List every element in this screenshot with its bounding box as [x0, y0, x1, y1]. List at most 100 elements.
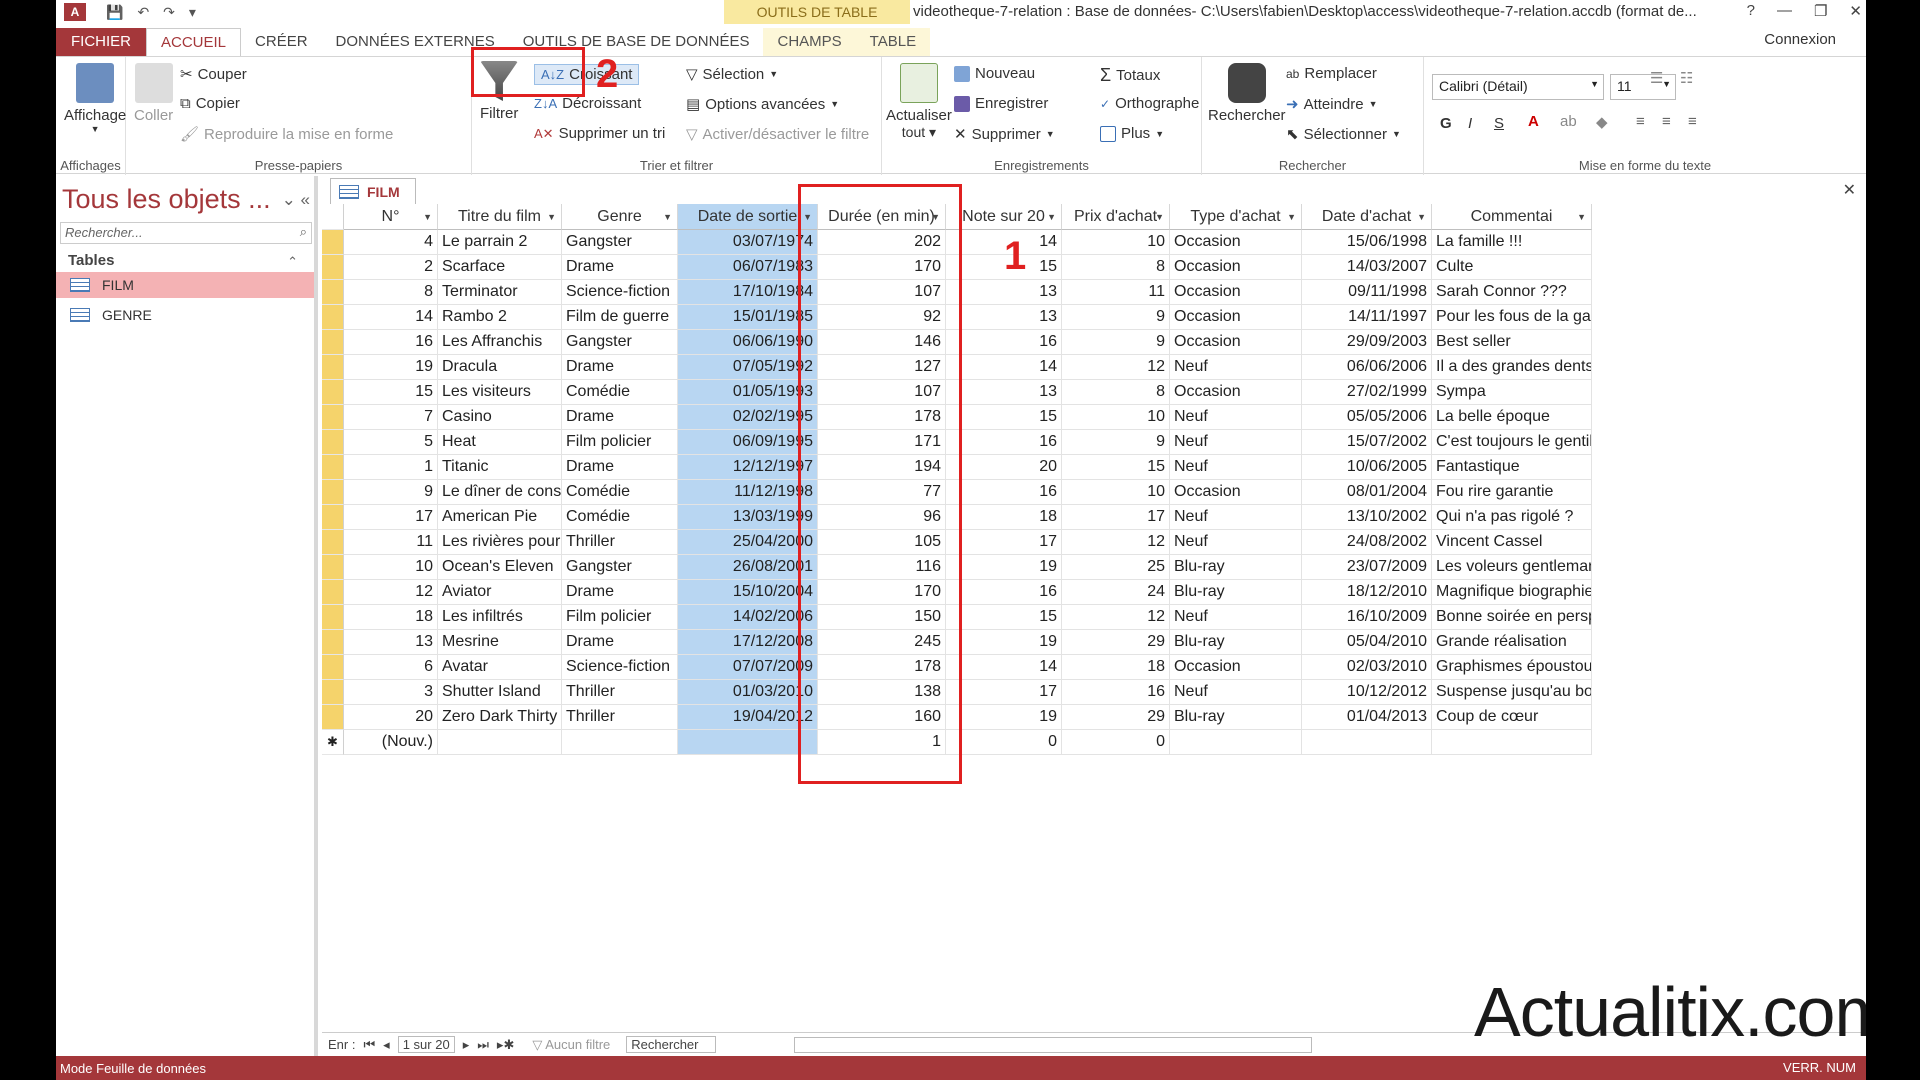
new-record-cell[interactable]: [562, 730, 678, 755]
table-cell[interactable]: 8: [1062, 380, 1170, 405]
table-cell[interactable]: Occasion: [1170, 305, 1302, 330]
next-record-icon[interactable]: ▸: [463, 1037, 470, 1053]
table-cell[interactable]: 7: [344, 405, 438, 430]
doc-tab-film[interactable]: FILM: [330, 178, 416, 204]
table-cell[interactable]: Les rivières pourpr: [438, 530, 562, 555]
table-cell[interactable]: Aviator: [438, 580, 562, 605]
table-cell[interactable]: 15/06/1998: [1302, 230, 1432, 255]
table-cell[interactable]: 15: [946, 405, 1062, 430]
table-cell[interactable]: 14: [946, 355, 1062, 380]
record-selector[interactable]: [322, 305, 344, 330]
numbering-button[interactable]: ☷: [1680, 69, 1693, 87]
record-selector[interactable]: [322, 530, 344, 555]
table-cell[interactable]: 14: [344, 305, 438, 330]
table-cell[interactable]: 06/06/2006: [1302, 355, 1432, 380]
table-cell[interactable]: 14/03/2007: [1302, 255, 1432, 280]
column-header[interactable]: N° ▼: [344, 204, 438, 230]
table-cell[interactable]: 10/12/2012: [1302, 680, 1432, 705]
column-header[interactable]: Genre ▼: [562, 204, 678, 230]
select-all-corner[interactable]: [322, 204, 344, 230]
table-cell[interactable]: 6: [344, 655, 438, 680]
table-cell[interactable]: Occasion: [1170, 655, 1302, 680]
table-cell[interactable]: Blu-ray: [1170, 630, 1302, 655]
table-cell[interactable]: C'est toujours le gentil: [1432, 430, 1592, 455]
table-cell[interactable]: 10: [344, 555, 438, 580]
table-cell[interactable]: American Pie: [438, 505, 562, 530]
table-cell[interactable]: Drame: [562, 355, 678, 380]
table-cell[interactable]: 17/12/2008: [678, 630, 818, 655]
table-cell[interactable]: 12: [1062, 530, 1170, 555]
table-cell[interactable]: Film de guerre: [562, 305, 678, 330]
table-cell[interactable]: 18: [946, 505, 1062, 530]
toggle-filter-button[interactable]: ▽ Activer/désactiver le filtre: [686, 125, 869, 144]
table-cell[interactable]: La belle époque: [1432, 405, 1592, 430]
restore-button[interactable]: ❐: [1814, 2, 1827, 20]
column-header[interactable]: Note sur 20 ▼: [946, 204, 1062, 230]
record-selector[interactable]: [322, 405, 344, 430]
affichage-button[interactable]: Affichage ▼: [64, 63, 126, 134]
table-cell[interactable]: 17: [344, 505, 438, 530]
table-cell[interactable]: 16: [344, 330, 438, 355]
table-cell[interactable]: Pour les fous de la gach: [1432, 305, 1592, 330]
bullets-button[interactable]: ☰: [1650, 69, 1663, 87]
table-cell[interactable]: 12/12/1997: [678, 455, 818, 480]
table-cell[interactable]: 06/09/1995: [678, 430, 818, 455]
table-cell[interactable]: 25: [1062, 555, 1170, 580]
table-cell[interactable]: 24: [1062, 580, 1170, 605]
supprimer-tri-button[interactable]: A✕ Supprimer un tri: [534, 125, 665, 142]
table-cell[interactable]: 4: [344, 230, 438, 255]
table-cell[interactable]: Gangster: [562, 230, 678, 255]
table-cell[interactable]: Coup de cœur: [1432, 705, 1592, 730]
table-cell[interactable]: 16: [946, 480, 1062, 505]
column-filter-dropdown-icon[interactable]: ▼: [1417, 212, 1426, 222]
table-cell[interactable]: 10: [1062, 230, 1170, 255]
undo-icon[interactable]: ↶: [137, 4, 149, 21]
recnav-search-input[interactable]: Rechercher: [626, 1036, 717, 1053]
table-cell[interactable]: Heat: [438, 430, 562, 455]
table-cell[interactable]: 15: [946, 605, 1062, 630]
table-cell[interactable]: Comédie: [562, 380, 678, 405]
table-cell[interactable]: Scarface: [438, 255, 562, 280]
plus-dropdown[interactable]: Plus ▼: [1100, 125, 1164, 142]
selectionner-dropdown[interactable]: ⬉ Sélectionner ▼: [1286, 125, 1401, 144]
table-cell[interactable]: Drame: [562, 630, 678, 655]
table-cell[interactable]: Terminator: [438, 280, 562, 305]
record-selector[interactable]: [322, 605, 344, 630]
table-cell[interactable]: 12: [1062, 355, 1170, 380]
table-cell[interactable]: 5: [344, 430, 438, 455]
record-position-input[interactable]: 1 sur 20: [397, 1036, 455, 1053]
table-cell[interactable]: Comédie: [562, 480, 678, 505]
align-left-button[interactable]: ≡: [1636, 113, 1645, 130]
record-selector[interactable]: [322, 680, 344, 705]
new-record-cell[interactable]: [438, 730, 562, 755]
record-selector[interactable]: [322, 430, 344, 455]
table-cell[interactable]: Occasion: [1170, 480, 1302, 505]
help-button[interactable]: ?: [1747, 2, 1755, 20]
table-cell[interactable]: 13/10/2002: [1302, 505, 1432, 530]
highlight-button[interactable]: ab: [1560, 113, 1577, 130]
italic-button[interactable]: I: [1468, 115, 1472, 132]
table-cell[interactable]: 9: [1062, 305, 1170, 330]
table-cell[interactable]: La famille !!!: [1432, 230, 1592, 255]
table-cell[interactable]: 06/07/1983: [678, 255, 818, 280]
table-cell[interactable]: 19: [946, 555, 1062, 580]
record-selector[interactable]: [322, 280, 344, 305]
rechercher-button[interactable]: Rechercher: [1208, 63, 1286, 124]
font-size-select[interactable]: 11 ▼: [1610, 74, 1676, 100]
table-cell[interactable]: 2: [344, 255, 438, 280]
table-cell[interactable]: 15: [344, 380, 438, 405]
table-cell[interactable]: 8: [344, 280, 438, 305]
table-cell[interactable]: Blu-ray: [1170, 580, 1302, 605]
underline-button[interactable]: S: [1494, 115, 1504, 132]
table-cell[interactable]: Rambo 2: [438, 305, 562, 330]
table-cell[interactable]: 16: [946, 580, 1062, 605]
reproduire-button[interactable]: 🖌 Reproduire la mise en forme: [180, 125, 393, 144]
record-selector[interactable]: [322, 355, 344, 380]
coller-button[interactable]: Coller: [134, 63, 173, 124]
close-doc-icon[interactable]: ✕: [1843, 180, 1856, 200]
record-selector[interactable]: [322, 630, 344, 655]
record-selector[interactable]: [322, 330, 344, 355]
table-cell[interactable]: Neuf: [1170, 455, 1302, 480]
table-cell[interactable]: Thriller: [562, 530, 678, 555]
table-cell[interactable]: Neuf: [1170, 430, 1302, 455]
